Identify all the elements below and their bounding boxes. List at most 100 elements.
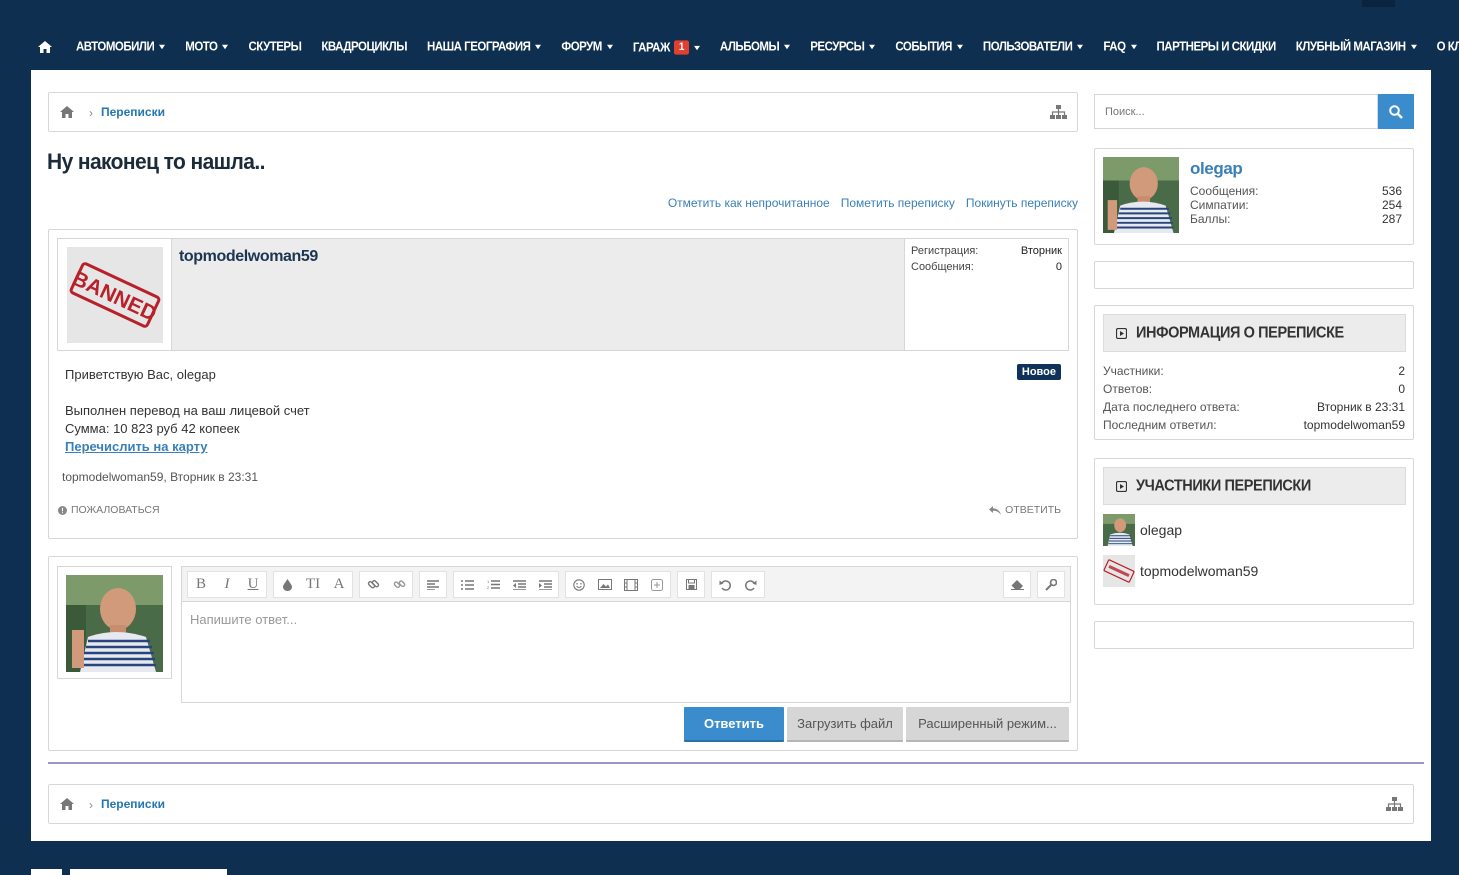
nav-item-forum[interactable]: ФОРУМ xyxy=(561,40,613,54)
link-icon[interactable] xyxy=(360,572,386,597)
participant-item[interactable]: olegap xyxy=(1103,514,1182,546)
conversation-info-header: ИНФОРМАЦИЯ О ПЕРЕПИСКЕ xyxy=(1103,314,1406,352)
nav-item-users[interactable]: ПОЛЬЗОВАТЕЛИ xyxy=(983,40,1084,54)
nav-item-moto[interactable]: МОТО xyxy=(185,40,229,54)
nav-item-label: СОБЫТИЯ xyxy=(895,40,952,54)
report-button[interactable]: ПОЖАЛОВАТЬСЯ xyxy=(58,504,160,516)
nav-item-cars[interactable]: АВТОМОБИЛИ xyxy=(76,40,166,54)
undo-icon[interactable] xyxy=(712,572,738,597)
svg-text:1: 1 xyxy=(487,579,490,584)
mark-unread-link[interactable]: Отметить как непрочитанное xyxy=(668,196,830,210)
nav-item-albums[interactable]: АЛЬБОМЫ xyxy=(720,40,791,54)
star-conversation-link[interactable]: Пометить переписку xyxy=(841,196,955,210)
transfer-link[interactable]: Перечислить на карту xyxy=(65,439,208,454)
footer-select-edge[interactable] xyxy=(70,869,227,875)
alert-badge: 1 xyxy=(673,39,689,55)
toolbar-group-tools xyxy=(1003,571,1031,598)
eraser-icon[interactable] xyxy=(1004,572,1030,597)
nav-item-garage[interactable]: ГАРАЖ 1 xyxy=(632,39,700,55)
participant-item[interactable]: topmodelwoman59 xyxy=(1103,555,1258,587)
replies-value: 0 xyxy=(1398,382,1405,396)
breadcrumb-item-conversations[interactable]: Переписки xyxy=(101,105,165,119)
chevron-down-icon xyxy=(784,44,791,50)
nav-item-label: РЕСУРСЫ xyxy=(810,40,865,54)
search-icon xyxy=(1389,104,1403,119)
outdent-icon[interactable] xyxy=(506,572,532,597)
page-title: Ну наконец то нашла.. xyxy=(47,150,265,175)
bullet-list-icon[interactable] xyxy=(454,572,480,597)
search-input[interactable] xyxy=(1094,94,1378,129)
visitor-name[interactable]: olegap xyxy=(1190,159,1243,179)
breadcrumb-bottom: › Переписки xyxy=(48,784,1414,824)
breadcrumb-item-conversations[interactable]: Переписки xyxy=(101,797,165,811)
nav-item-events[interactable]: СОБЫТИЯ xyxy=(895,40,963,54)
conversation-info-title: ИНФОРМАЦИЯ О ПЕРЕПИСКЕ xyxy=(1136,324,1344,342)
message-user-stats: Регистрация: Вторник Сообщения: 0 xyxy=(904,239,1068,350)
leave-conversation-link[interactable]: Покинуть переписку xyxy=(966,196,1078,210)
chevron-down-icon xyxy=(1130,44,1137,50)
message-username[interactable]: topmodelwoman59 xyxy=(179,248,318,266)
home-icon[interactable] xyxy=(38,41,52,53)
sitemap-icon[interactable] xyxy=(1050,105,1067,119)
indent-icon[interactable] xyxy=(532,572,558,597)
nav-item-faq[interactable]: FAQ xyxy=(1103,40,1137,54)
bold-icon[interactable]: B xyxy=(188,572,214,597)
font-family-icon[interactable]: A xyxy=(326,572,352,597)
nav-item-label: НАША ГЕОГРАФИЯ xyxy=(427,40,531,54)
advanced-mode-button[interactable]: Расширенный режим... xyxy=(906,707,1069,742)
nav-item-label: ГАРАЖ xyxy=(632,40,670,54)
smiley-icon[interactable] xyxy=(566,572,592,597)
footer-button-edge[interactable] xyxy=(31,869,62,875)
toolbar-group-history xyxy=(711,571,765,598)
color-icon[interactable] xyxy=(274,572,300,597)
italic-icon[interactable]: I xyxy=(214,572,240,597)
empty-sidebar-block xyxy=(1094,621,1414,649)
nav-item-label: МОТО xyxy=(185,40,218,54)
nav-item-label: АВТОМОБИЛИ xyxy=(76,40,155,54)
home-icon[interactable] xyxy=(60,106,74,118)
message-meta[interactable]: topmodelwoman59, Вторник в 23:31 xyxy=(62,470,258,484)
nav-item-label: КВАДРОЦИКЛЫ xyxy=(321,40,408,54)
image-icon[interactable] xyxy=(592,572,618,597)
messages-value: 536 xyxy=(1381,184,1402,198)
underline-icon[interactable]: U xyxy=(240,572,266,597)
nav-item-about[interactable]: О КЛУБЕ xyxy=(1437,40,1459,53)
nav-item-shop[interactable]: КЛУБНЫЙ МАГАЗИН xyxy=(1296,40,1417,54)
reply-editor[interactable]: B I U TI A 12 Напишите ответ... xyxy=(181,566,1071,703)
avatar[interactable] xyxy=(66,575,163,672)
avatar-frame xyxy=(57,566,172,679)
message: BANNED topmodelwoman59 Регистрация: Вторн… xyxy=(48,229,1078,539)
nav-item-label: СКУТЕРЫ xyxy=(248,40,302,54)
message-line: Сумма: 10 823 руб 42 копеек xyxy=(65,421,240,436)
nav-item-geography[interactable]: НАША ГЕОГРАФИЯ xyxy=(427,40,542,54)
font-size-icon[interactable]: TI xyxy=(300,572,326,597)
play-square-icon xyxy=(1116,480,1127,492)
save-draft-icon[interactable] xyxy=(678,572,704,597)
banned-avatar[interactable]: BANNED xyxy=(67,247,163,343)
nav-item-partners[interactable]: ПАРТНЕРЫ И СКИДКИ xyxy=(1157,40,1277,53)
wrench-icon[interactable] xyxy=(1038,572,1064,597)
conversation-info-rows: Участники: 2 Ответов: 0 Дата последнего от… xyxy=(1103,362,1405,434)
nav-item-resources[interactable]: РЕСУРСЫ xyxy=(810,40,876,54)
numbered-list-icon[interactable]: 12 xyxy=(480,572,506,597)
home-icon[interactable] xyxy=(60,798,74,810)
breadcrumb: › Переписки xyxy=(48,92,1078,132)
reply-label: ОТВЕТИТЬ xyxy=(1005,504,1061,516)
media-icon[interactable] xyxy=(618,572,644,597)
conversation-info: ИНФОРМАЦИЯ О ПЕРЕПИСКЕ Участники: 2 Ответ… xyxy=(1094,305,1414,440)
align-icon[interactable] xyxy=(420,572,446,597)
insert-icon[interactable] xyxy=(644,572,670,597)
reply-submit-button[interactable]: Ответить xyxy=(684,707,784,742)
avatar[interactable] xyxy=(1103,157,1179,233)
nav-item-quads[interactable]: КВАДРОЦИКЛЫ xyxy=(321,40,407,53)
play-square-icon xyxy=(1116,327,1127,339)
last-reply-by-value[interactable]: topmodelwoman59 xyxy=(1304,416,1405,434)
nav-item-scooters[interactable]: СКУТЕРЫ xyxy=(248,40,301,53)
redo-icon[interactable] xyxy=(738,572,764,597)
participants-header: УЧАСТНИКИ ПЕРЕПИСКИ xyxy=(1103,467,1406,505)
upload-file-button[interactable]: Загрузить файл xyxy=(787,707,903,742)
sitemap-icon[interactable] xyxy=(1386,797,1403,811)
reply-button[interactable]: ОТВЕТИТЬ xyxy=(989,504,1061,516)
search-button[interactable] xyxy=(1378,94,1414,129)
unlink-icon[interactable] xyxy=(386,572,412,597)
